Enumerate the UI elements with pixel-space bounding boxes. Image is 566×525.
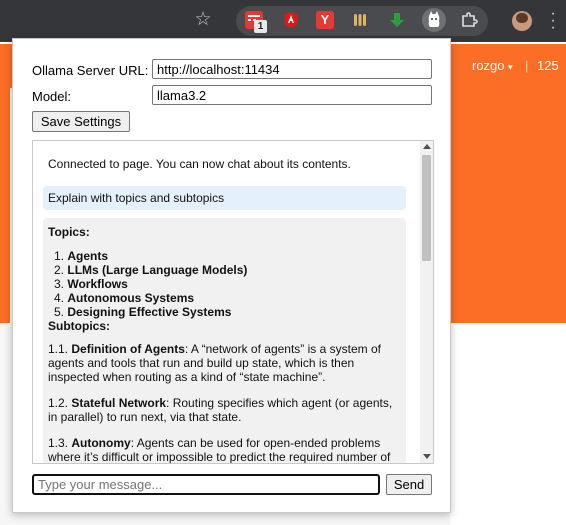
scroll-up-arrow[interactable] [423, 144, 431, 149]
star-icon[interactable]: ☆ [193, 10, 213, 30]
scrollbar[interactable] [420, 141, 433, 463]
chat-log[interactable]: Connected to page. You can now chat abou… [32, 140, 434, 464]
list-item: 3. Workflows [54, 277, 128, 291]
list-item: 5. Designing Effective Systems [54, 305, 232, 319]
list-item: 4. Autonomous Systems [54, 291, 195, 305]
user-message: Explain with topics and subtopics [43, 186, 406, 210]
subtopics-heading: Subtopics: [48, 319, 110, 333]
model-input[interactable] [152, 85, 432, 105]
sound-extension-icon[interactable] [351, 11, 369, 29]
menu-icon[interactable]: · · · [550, 6, 556, 36]
count-link[interactable]: 125 [537, 58, 559, 73]
list-item: 2. LLMs (Large Language Models) [54, 263, 248, 277]
topics-heading: Topics: [48, 225, 90, 239]
server-url-input[interactable] [152, 59, 432, 79]
scroll-down-arrow[interactable] [423, 454, 431, 459]
y-extension-icon[interactable]: Y [316, 11, 334, 29]
ollama-extension-icon[interactable] [422, 8, 446, 32]
page-banner-right [450, 88, 566, 323]
model-label: Model: [32, 89, 72, 104]
user-menu[interactable]: rozgo ▾ [472, 58, 513, 73]
username: rozgo [472, 58, 505, 73]
subtopic-paragraph: 1.3. Autonomy: Agents can be used for op… [48, 436, 391, 464]
puzzle-icon[interactable] [460, 11, 478, 29]
send-button[interactable]: Send [386, 474, 432, 495]
page-banner-left [0, 88, 10, 323]
extension-badge: 1 [254, 20, 267, 33]
angular-extension-icon[interactable] [282, 11, 300, 29]
download-extension-icon[interactable] [388, 11, 406, 29]
todo-extension-icon[interactable]: 1 [245, 11, 267, 33]
chevron-down-icon: ▾ [508, 62, 513, 72]
page-content-card [450, 325, 566, 525]
system-message: Connected to page. You can now chat abou… [48, 157, 351, 171]
profile-avatar[interactable] [512, 11, 532, 31]
extension-popup: Ollama Server URL: Model: Save Settings … [12, 38, 451, 513]
save-settings-button[interactable]: Save Settings [32, 111, 130, 132]
subtopic-paragraph: 1.1. Definition of Agents: A “network of… [48, 342, 381, 384]
message-input[interactable] [32, 474, 380, 495]
separator: | [525, 58, 529, 73]
browser-toolbar: ☆ 1 Y · · · [0, 0, 566, 42]
list-item: 1. Agents [54, 249, 109, 263]
subtopic-paragraph: 1.2. Stateful Network: Routing specifies… [48, 396, 393, 424]
assistant-message: Topics: 1. Agents 2. LLMs (Large Languag… [43, 218, 406, 464]
scroll-thumb[interactable] [422, 155, 431, 261]
server-url-label: Ollama Server URL: [32, 63, 149, 78]
